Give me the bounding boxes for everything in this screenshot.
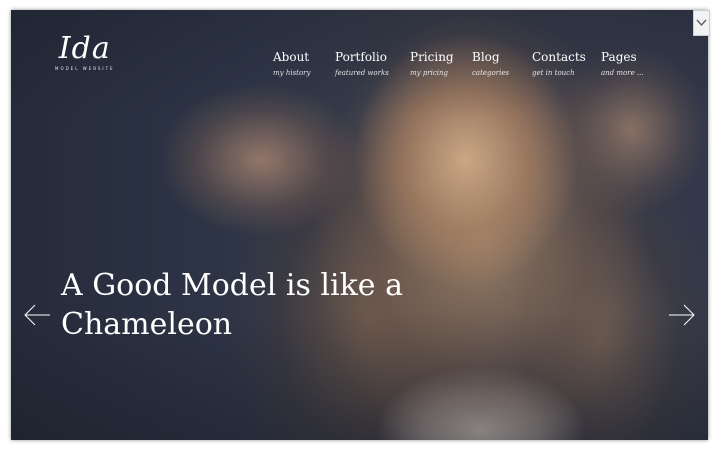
nav-item-subtitle: my history bbox=[273, 69, 311, 77]
nav-item-label: Blog bbox=[472, 50, 500, 64]
nav-item-label: About bbox=[273, 50, 310, 64]
arrow-right-icon bbox=[669, 304, 695, 326]
nav-item-subtitle: my pricing bbox=[410, 69, 449, 77]
nav-item-label: Pricing bbox=[410, 50, 454, 64]
nav-item-label: Contacts bbox=[532, 50, 586, 64]
nav-item-pages[interactable]: Pages and more ... bbox=[601, 50, 644, 79]
nav-item-portfolio[interactable]: Portfolio featured works bbox=[335, 50, 389, 79]
hero-slider: Ida MODEL WEBSITE About my history Portf… bbox=[11, 10, 708, 440]
arrow-left-icon bbox=[24, 304, 50, 326]
main-nav: About my history Portfolio featured work… bbox=[11, 50, 708, 90]
nav-item-pricing[interactable]: Pricing my pricing bbox=[410, 50, 454, 79]
chevron-down-icon bbox=[696, 19, 707, 27]
scroll-down-button[interactable] bbox=[693, 10, 710, 36]
nav-item-subtitle: and more ... bbox=[601, 69, 644, 77]
nav-item-label: Pages bbox=[601, 50, 637, 64]
nav-item-subtitle: categories bbox=[472, 69, 510, 77]
nav-item-blog[interactable]: Blog categories bbox=[472, 50, 509, 79]
slider-prev-button[interactable] bbox=[23, 303, 51, 327]
nav-item-label: Portfolio bbox=[335, 50, 387, 64]
slider-next-button[interactable] bbox=[668, 303, 696, 327]
nav-item-about[interactable]: About my history bbox=[273, 50, 311, 79]
hero-headline-line: A Good Model is like a bbox=[61, 268, 403, 303]
nav-item-subtitle: featured works bbox=[335, 69, 389, 77]
nav-item-contacts[interactable]: Contacts get in touch bbox=[532, 50, 586, 79]
hero-headline: A Good Model is like a Chameleon bbox=[61, 266, 403, 344]
nav-item-subtitle: get in touch bbox=[532, 69, 575, 77]
hero-headline-line: Chameleon bbox=[61, 307, 233, 342]
